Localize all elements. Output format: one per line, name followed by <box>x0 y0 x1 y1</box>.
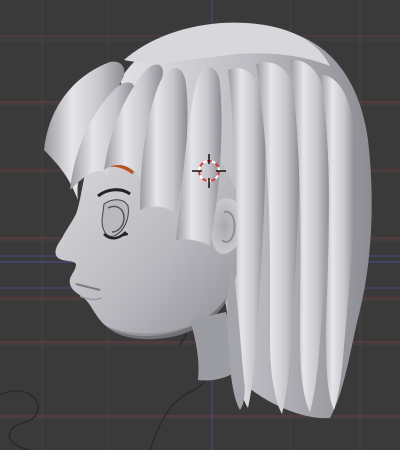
viewport-canvas[interactable] <box>0 0 400 450</box>
3d-viewport[interactable] <box>0 0 400 450</box>
reference-curves <box>0 319 214 450</box>
